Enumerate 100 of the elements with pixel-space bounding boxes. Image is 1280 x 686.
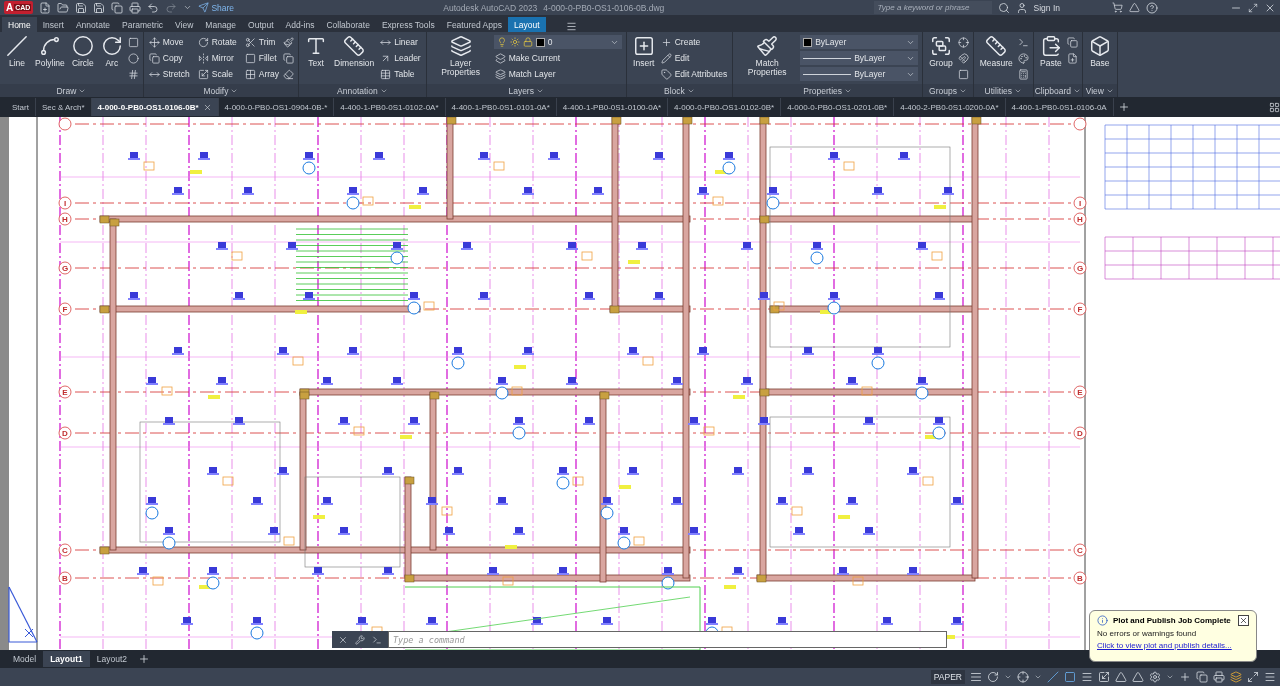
- caret-icon: [1004, 673, 1012, 681]
- sign-in-link[interactable]: Sign In: [1033, 2, 1060, 13]
- ribbon-button[interactable]: Insert: [630, 34, 657, 69]
- ribbon-button[interactable]: Scale: [196, 68, 238, 80]
- ribbon-button[interactable]: Dimension: [332, 34, 377, 69]
- document-tab[interactable]: 4-000-0-PB0-OS1-0201-0B*: [781, 98, 895, 116]
- lineweight-icon: [1047, 671, 1059, 683]
- undo-icon: [147, 1, 160, 14]
- search-field[interactable]: Type a keyword or phrase: [873, 1, 992, 14]
- new-layout-icon: [138, 653, 150, 665]
- grid-label: H: [1077, 215, 1083, 224]
- ribbon-button[interactable]: Table: [379, 68, 422, 80]
- ribbon-button[interactable]: Edit Attributes: [659, 68, 729, 80]
- document-tab[interactable]: 4-000-0-PB0-OS1-0106-0B*: [91, 98, 219, 116]
- panel-title[interactable]: Modify: [203, 85, 229, 96]
- ribbon-button[interactable]: Copy: [147, 52, 191, 64]
- model-tab[interactable]: Model: [6, 651, 44, 667]
- command-line-grip[interactable]: [332, 631, 388, 648]
- ribbon-tab[interactable]: Home: [2, 17, 37, 32]
- layout-tab[interactable]: Layout2: [89, 651, 134, 667]
- document-tab[interactable]: Start: [6, 98, 36, 116]
- ribbon-tab[interactable]: Express Tools: [375, 17, 441, 32]
- scissors-icon: [244, 36, 256, 48]
- property-dropdown[interactable]: ByLayer: [800, 67, 919, 81]
- document-tab[interactable]: 4-400-2-PB0-0S1-0200-0A*: [894, 98, 1006, 116]
- ribbon-button[interactable]: Edit: [659, 52, 729, 64]
- ribbon-button[interactable]: Move: [147, 36, 191, 48]
- polyline-icon: [38, 35, 61, 57]
- caret-icon: [1034, 673, 1042, 681]
- command-field[interactable]: Type a command: [388, 631, 947, 648]
- ribbon-button[interactable]: Circle: [69, 34, 96, 69]
- ribbon-button[interactable]: Make Current: [493, 52, 622, 64]
- ribbon-tab[interactable]: Output: [242, 17, 280, 32]
- ribbon-button[interactable]: Rotate: [196, 36, 238, 48]
- ribbon-button[interactable]: Base: [1086, 34, 1113, 69]
- share-button[interactable]: Share: [198, 2, 235, 13]
- panel-title[interactable]: Block: [664, 85, 685, 96]
- grid-label: H: [62, 215, 68, 224]
- layout-tab[interactable]: Layout1: [43, 651, 90, 667]
- save-as-icon: [93, 1, 106, 14]
- ribbon-button[interactable]: Text: [303, 34, 330, 69]
- property-dropdown[interactable]: 0: [493, 35, 622, 49]
- ribbon-button[interactable]: Trim: [243, 36, 281, 48]
- brush-icon: [283, 36, 295, 48]
- property-dropdown[interactable]: ByLayer: [800, 35, 919, 49]
- ribbon-tab[interactable]: Layout: [508, 17, 546, 32]
- search-icon: [997, 1, 1010, 14]
- info-icon: [1097, 615, 1108, 626]
- pencil-icon: [660, 52, 672, 64]
- new-tab-icon: [1117, 101, 1130, 113]
- property-dropdown[interactable]: ByLayer: [800, 51, 919, 65]
- document-tab[interactable]: 4-400-1-PB0-0S1-0102-0A*: [334, 98, 446, 116]
- calculator-icon: [1017, 68, 1029, 80]
- ribbon-tab[interactable]: View: [169, 17, 200, 32]
- grid-label: E: [62, 388, 68, 397]
- grid-label: C: [62, 546, 68, 555]
- close-icon: [1239, 616, 1248, 625]
- space-toggle[interactable]: PAPER: [930, 670, 965, 684]
- ribbon-button[interactable]: Stretch: [147, 68, 191, 80]
- menu-icon: [1264, 671, 1276, 683]
- ribbon-button[interactable]: Line: [4, 34, 30, 69]
- ribbon-button[interactable]: Mirror: [196, 52, 238, 64]
- ribbon-button[interactable]: Leader: [379, 52, 422, 64]
- sun-icon: [509, 37, 520, 47]
- ribbon-tab[interactable]: Add-ins: [279, 17, 321, 32]
- layers-icon: [494, 68, 506, 80]
- panel-title[interactable]: Draw: [56, 85, 77, 96]
- ribbon-button[interactable]: Arc: [98, 34, 125, 69]
- ribbon-tab[interactable]: Annotate: [69, 17, 116, 32]
- details-link[interactable]: Click to view plot and publish details...: [1097, 641, 1249, 650]
- document-tab[interactable]: 4-400-1-PB0-0S1-0100-0A*: [556, 98, 669, 116]
- ribbon-button[interactable]: Measure: [977, 34, 1015, 69]
- document-tab[interactable]: 4-000-0-PB0-OS1-0904-0B-*: [218, 98, 335, 116]
- ribbon-button[interactable]: Array: [243, 68, 281, 80]
- wrench-icon: [355, 634, 365, 645]
- grid-label: I: [63, 199, 67, 208]
- ribbon-button[interactable]: Paste: [1037, 34, 1064, 69]
- ribbon-button[interactable]: Match Layer: [493, 68, 622, 80]
- ribbon-tab[interactable]: Parametric: [116, 17, 170, 32]
- ribbon-button[interactable]: Layer Properties: [430, 34, 491, 78]
- document-tab[interactable]: 4-000-0-PB0-OS1-0102-0B*: [668, 98, 782, 116]
- document-tab[interactable]: Sec & Arch*: [35, 98, 92, 116]
- document-tab[interactable]: 4-400-1-PB0-0S1-0106-0A: [1005, 98, 1114, 116]
- copy-clip-icon: [1066, 36, 1078, 48]
- grid-label: D: [1077, 429, 1083, 438]
- ribbon-tab[interactable]: Featured Apps: [440, 17, 508, 32]
- ribbon-button[interactable]: Match Properties: [737, 34, 798, 78]
- ribbon-button[interactable]: Fillet: [243, 52, 281, 64]
- panel-title[interactable]: Properties: [803, 85, 843, 96]
- ribbon-tab[interactable]: Manage: [199, 17, 243, 32]
- ribbon-button[interactable]: Create: [659, 36, 729, 48]
- ribbon-button[interactable]: Linear: [379, 36, 422, 48]
- document-tab[interactable]: 4-400-1-PB0-0S1-0101-0A*: [445, 98, 557, 116]
- panel-title[interactable]: Layers: [508, 85, 534, 96]
- close-button[interactable]: [1238, 615, 1249, 626]
- ribbon-tab[interactable]: Collaborate: [320, 17, 376, 32]
- ribbon-button[interactable]: Group: [927, 34, 955, 69]
- ribbon-button[interactable]: Polyline: [33, 34, 67, 69]
- ribbon-tab[interactable]: Insert: [36, 17, 70, 32]
- grid-label: I: [1078, 199, 1082, 208]
